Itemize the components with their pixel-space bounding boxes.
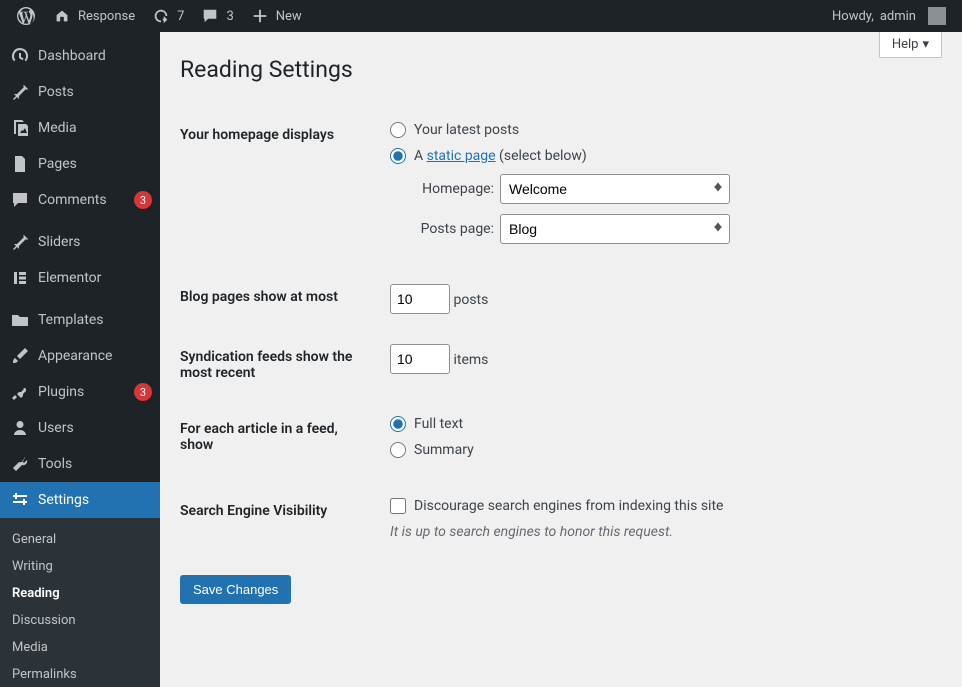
syndication-label: Syndication feeds show the most recent <box>180 329 380 401</box>
username-text: admin <box>880 9 916 24</box>
site-name-text: Response <box>78 9 135 24</box>
sidebar-item-users[interactable]: Users <box>0 410 160 446</box>
help-tab[interactable]: Help ▾ <box>879 32 942 58</box>
main-content: Help ▾ Reading Settings Your homepage di… <box>160 32 962 687</box>
sidebar-item-tools[interactable]: Tools <box>0 446 160 482</box>
update-badge: 3 <box>134 383 152 401</box>
posts-page-select-label: Posts page: <box>410 221 494 237</box>
search-visibility-label: Search Engine Visibility <box>180 483 380 555</box>
sidebar-item-elementor[interactable]: Elementor <box>0 260 160 296</box>
full-text-radio[interactable] <box>390 416 406 432</box>
summary-radio[interactable] <box>390 442 406 458</box>
my-account-link[interactable]: Howdy, admin <box>824 0 954 32</box>
sidebar-item-sliders[interactable]: Sliders <box>0 224 160 260</box>
homepage-select[interactable]: Welcome <box>500 174 730 204</box>
static-page-link[interactable]: static page <box>427 148 496 164</box>
wordpress-icon <box>16 6 36 26</box>
discourage-checkbox[interactable] <box>390 498 406 514</box>
discourage-label[interactable]: Discourage search engines from indexing … <box>414 498 723 514</box>
plus-icon <box>250 6 270 26</box>
new-label: New <box>276 9 302 24</box>
sidebar-item-posts[interactable]: Posts <box>0 74 160 110</box>
page-icon <box>10 154 30 174</box>
update-badge: 3 <box>134 191 152 209</box>
sidebar-item-label: Settings <box>38 492 152 508</box>
comments-link[interactable]: 3 <box>192 0 241 32</box>
latest-posts-radio[interactable] <box>390 122 406 138</box>
user-icon <box>10 418 30 438</box>
sidebar-item-label: Comments <box>38 192 126 208</box>
updates-icon <box>151 6 171 26</box>
sidebar-item-pages[interactable]: Pages <box>0 146 160 182</box>
sidebar-item-label: Media <box>38 120 152 136</box>
static-page-label[interactable]: A static page (select below) <box>414 148 587 164</box>
sidebar-item-label: Pages <box>38 156 152 172</box>
folder-icon <box>10 310 30 330</box>
sidebar-item-label: Plugins <box>38 384 126 400</box>
brush-icon <box>10 346 30 366</box>
blog-pages-label: Blog pages show at most <box>180 269 380 329</box>
feed-article-label: For each article in a feed, show <box>180 401 380 483</box>
media-icon <box>10 118 30 138</box>
updates-count: 7 <box>177 9 184 24</box>
homepage-select-label: Homepage: <box>410 181 494 197</box>
sidebar-item-templates[interactable]: Templates <box>0 302 160 338</box>
pin-icon <box>10 82 30 102</box>
sidebar-item-appearance[interactable]: Appearance <box>0 338 160 374</box>
sidebar-item-settings[interactable]: Settings <box>0 482 160 518</box>
posts-page-select[interactable]: Blog <box>500 214 730 244</box>
page-title: Reading Settings <box>180 56 942 83</box>
sidebar-item-label: Elementor <box>38 270 152 286</box>
sidebar-item-plugins[interactable]: Plugins 3 <box>0 374 160 410</box>
sidebar-item-media[interactable]: Media <box>0 110 160 146</box>
sidebar-item-label: Sliders <box>38 234 152 250</box>
sidebar-item-comments[interactable]: Comments 3 <box>0 182 160 218</box>
latest-posts-label[interactable]: Your latest posts <box>414 122 519 138</box>
sidebar-item-dashboard[interactable]: Dashboard <box>0 38 160 74</box>
settings-icon <box>10 490 30 510</box>
syndication-unit: items <box>453 352 488 368</box>
sidebar-item-label: Users <box>38 420 152 436</box>
blog-pages-input[interactable] <box>390 284 450 314</box>
syndication-input[interactable] <box>390 344 450 374</box>
wp-logo[interactable] <box>8 0 44 32</box>
settings-submenu: GeneralWritingReadingDiscussionMediaPerm… <box>0 518 160 687</box>
sidebar-item-label: Dashboard <box>38 48 152 64</box>
admin-sidebar: Dashboard Posts Media Pages Comments 3 Sliders… <box>0 32 160 687</box>
submenu-item-writing[interactable]: Writing <box>0 553 160 580</box>
updates-link[interactable]: 7 <box>143 0 192 32</box>
homepage-displays-label: Your homepage displays <box>180 107 380 269</box>
howdy-prefix: Howdy, <box>832 9 874 24</box>
home-icon <box>52 6 72 26</box>
submenu-item-reading[interactable]: Reading <box>0 580 160 607</box>
sidebar-item-label: Posts <box>38 84 152 100</box>
submenu-item-discussion[interactable]: Discussion <box>0 607 160 634</box>
admin-bar: Response 7 3 New Howdy, admin <box>0 0 962 32</box>
elementor-icon <box>10 268 30 288</box>
site-name-link[interactable]: Response <box>44 0 143 32</box>
search-visibility-desc: It is up to search engines to honor this… <box>390 524 932 540</box>
blog-pages-unit: posts <box>453 292 488 308</box>
avatar <box>928 7 946 25</box>
sidebar-item-label: Templates <box>38 312 152 328</box>
new-content-link[interactable]: New <box>242 0 310 32</box>
summary-label[interactable]: Summary <box>414 442 474 458</box>
comment-icon <box>10 190 30 210</box>
submenu-item-media[interactable]: Media <box>0 634 160 661</box>
save-button[interactable]: Save Changes <box>180 575 291 604</box>
sidebar-item-label: Appearance <box>38 348 152 364</box>
help-label: Help <box>892 37 919 52</box>
chevron-down-icon: ▾ <box>922 37 929 52</box>
plug-icon <box>10 382 30 402</box>
pin-icon <box>10 232 30 252</box>
sidebar-item-label: Tools <box>38 456 152 472</box>
submenu-item-general[interactable]: General <box>0 526 160 553</box>
wrench-icon <box>10 454 30 474</box>
full-text-label[interactable]: Full text <box>414 416 463 432</box>
comment-icon <box>200 6 220 26</box>
static-page-radio[interactable] <box>390 148 406 164</box>
submenu-item-permalinks[interactable]: Permalinks <box>0 661 160 687</box>
comments-count: 3 <box>226 9 233 24</box>
dashboard-icon <box>10 46 30 66</box>
